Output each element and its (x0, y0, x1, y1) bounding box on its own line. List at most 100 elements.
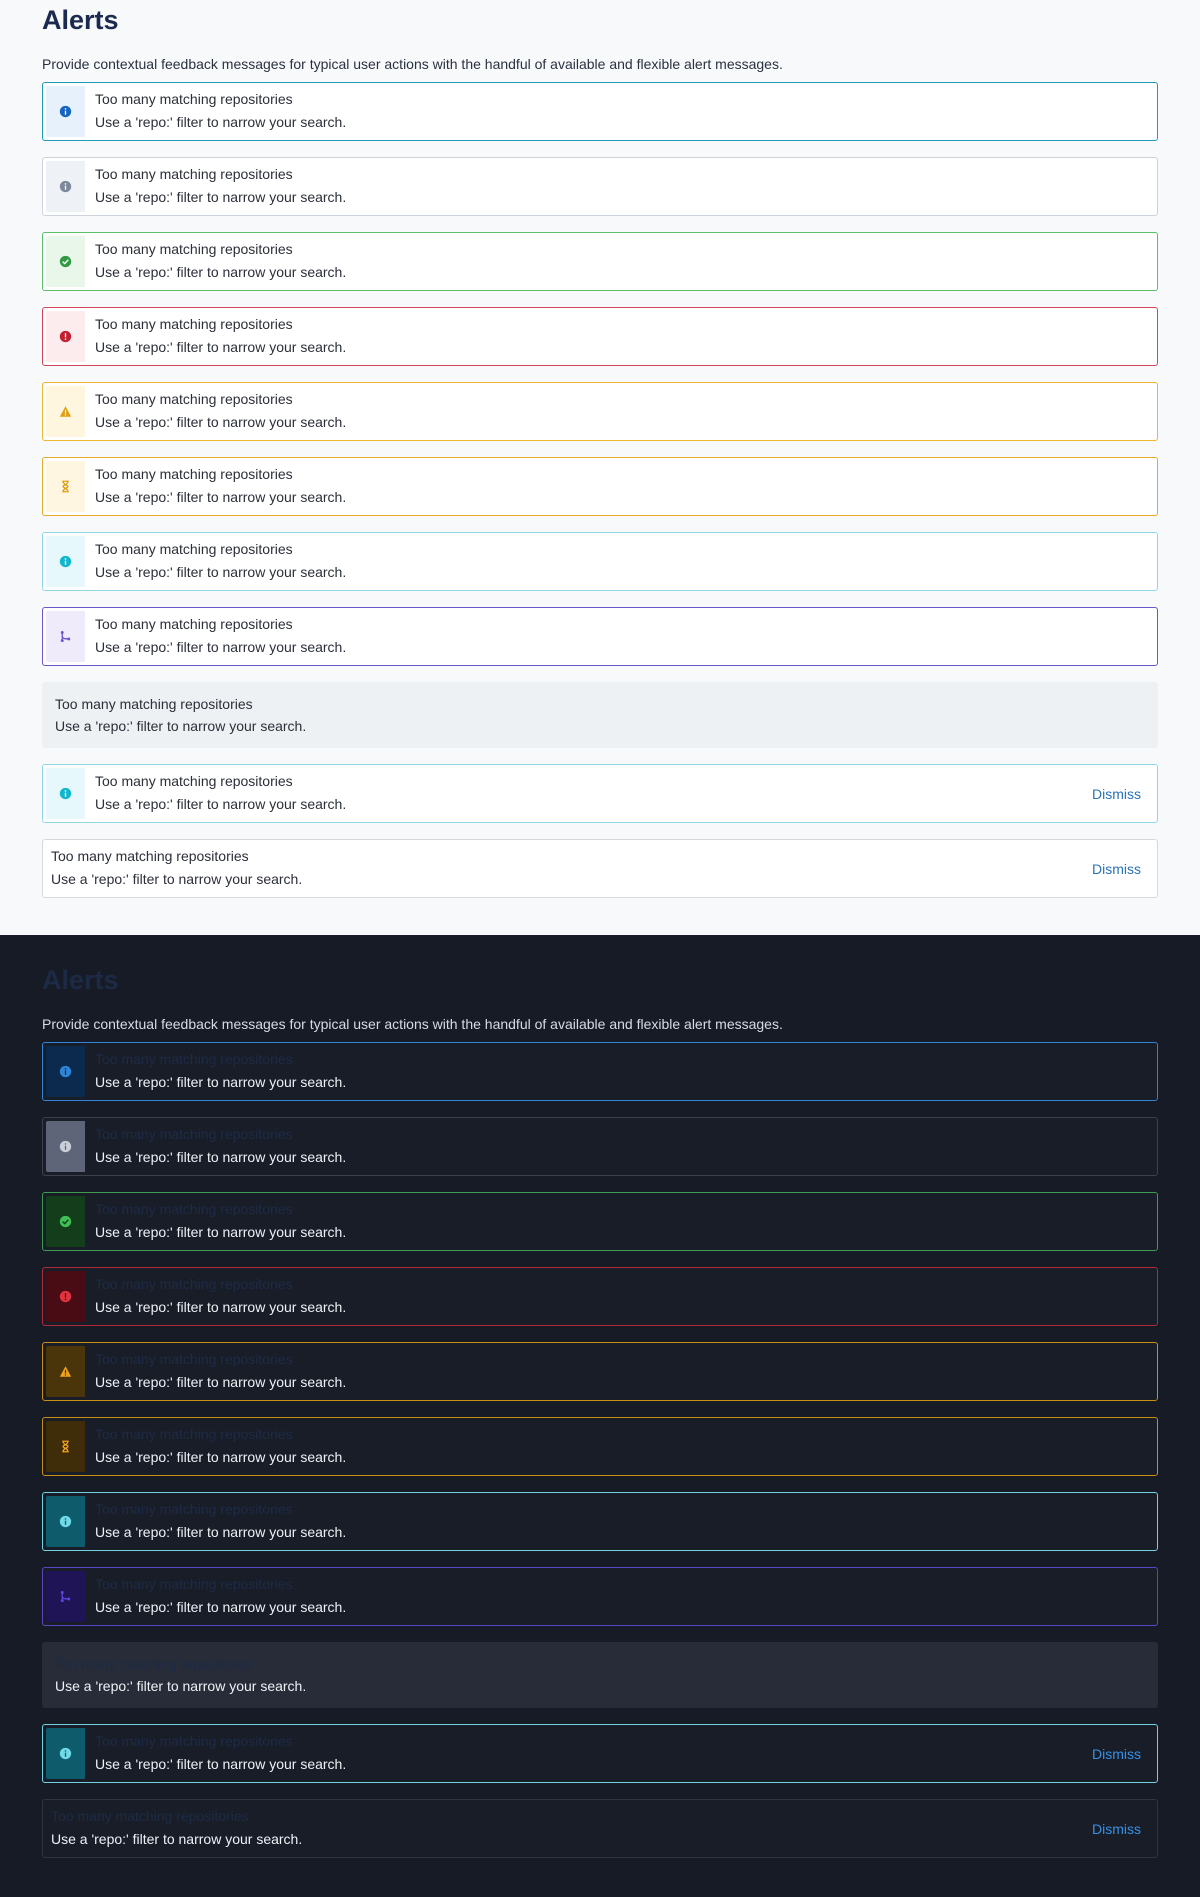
alert-body: Use a 'repo:' filter to narrow your sear… (95, 264, 347, 280)
alert-content: Too many matching repositories Use a 're… (43, 1800, 1157, 1857)
alert-icon-gutter (46, 161, 85, 212)
hourglass-icon (62, 480, 69, 493)
alert-title: Too many matching repositories (95, 773, 293, 789)
alert-body: Use a 'repo:' filter to narrow your sear… (95, 114, 347, 130)
info-icon (59, 1747, 72, 1760)
light-theme-section: Alerts Provide contextual feedback messa… (0, 0, 1200, 935)
alert-body: Use a 'repo:' filter to narrow your sear… (95, 414, 347, 430)
alert-icon-gutter (46, 536, 85, 587)
alert-title: Too many matching repositories (95, 1351, 293, 1367)
alert-warning: Too many matching repositories Use a 're… (42, 382, 1158, 441)
alert-icon-gutter (46, 86, 85, 137)
alerts-list: Too many matching repositories Use a 're… (42, 82, 1158, 898)
dismiss-button[interactable]: Dismiss (1092, 1745, 1141, 1763)
error-icon (59, 1290, 72, 1303)
alert-body: Use a 'repo:' filter to narrow your sear… (95, 189, 347, 205)
alert-body: Use a 'repo:' filter to narrow your sear… (95, 1756, 347, 1772)
alert-info-dismissible: Too many matching repositories Use a 're… (42, 764, 1158, 823)
check-circle-icon (59, 255, 72, 268)
info-icon (59, 555, 72, 568)
alert-icon-gutter (46, 1496, 85, 1547)
alert-body: Use a 'repo:' filter to narrow your sear… (95, 564, 347, 580)
alert-title: Too many matching repositories (95, 1051, 293, 1067)
merge-icon (60, 1590, 71, 1603)
alert-content: Too many matching repositories Use a 're… (85, 1418, 1157, 1475)
dismiss-button[interactable]: Dismiss (1092, 860, 1141, 878)
alert-icon-gutter (46, 1421, 85, 1472)
alert-title: Too many matching repositories (95, 1733, 293, 1749)
alert-body: Use a 'repo:' filter to narrow your sear… (95, 639, 347, 655)
alert-content: Too many matching repositories Use a 're… (85, 1568, 1157, 1625)
alert-info: Too many matching repositories Use a 're… (42, 1492, 1158, 1551)
alert-info-dismissible: Too many matching repositories Use a 're… (42, 1724, 1158, 1783)
alert-content: Too many matching repositories Use a 're… (85, 1193, 1157, 1250)
alert-body: Use a 'repo:' filter to narrow your sear… (95, 1224, 347, 1240)
alert-title: Too many matching repositories (51, 848, 249, 864)
alert-primary: Too many matching repositories Use a 're… (42, 82, 1158, 141)
alert-icon-gutter (46, 1196, 85, 1247)
page-title: Alerts (42, 5, 119, 35)
alert-content: Too many matching repositories Use a 're… (85, 765, 1157, 822)
alert-title: Too many matching repositories (95, 316, 293, 332)
alert-content: Too many matching repositories Use a 're… (85, 608, 1157, 665)
alert-body: Use a 'repo:' filter to narrow your sear… (95, 1074, 347, 1090)
alert-body: Use a 'repo:' filter to narrow your sear… (95, 1149, 347, 1165)
alert-title: Too many matching repositories (95, 1426, 293, 1442)
alert-icon-gutter (46, 1728, 85, 1779)
alert-body: Use a 'repo:' filter to narrow your sear… (51, 1831, 303, 1847)
page-title: Alerts (42, 965, 119, 995)
alert-title: Too many matching repositories (95, 91, 293, 107)
alert-icon-gutter (46, 1571, 85, 1622)
alert-success: Too many matching repositories Use a 're… (42, 232, 1158, 291)
alert-title: Too many matching repositories (95, 616, 293, 632)
info-icon (59, 1065, 72, 1078)
alert-title: Too many matching repositories (95, 1126, 293, 1142)
dismiss-button[interactable]: Dismiss (1092, 785, 1141, 803)
alert-body: Use a 'repo:' filter to narrow your sear… (55, 1678, 307, 1694)
check-circle-icon (59, 1215, 72, 1228)
alert-content: Too many matching repositories Use a 're… (85, 383, 1157, 440)
alert-plain: Too many matching repositories Use a 're… (42, 1642, 1158, 1708)
alert-info: Too many matching repositories Use a 're… (42, 532, 1158, 591)
alert-body: Use a 'repo:' filter to narrow your sear… (95, 796, 347, 812)
alert-content: Too many matching repositories Use a 're… (85, 158, 1157, 215)
alert-body: Use a 'repo:' filter to narrow your sear… (95, 1524, 347, 1540)
alert-merge: Too many matching repositories Use a 're… (42, 1567, 1158, 1626)
alert-title: Too many matching repositories (95, 166, 293, 182)
dismiss-button[interactable]: Dismiss (1092, 1820, 1141, 1838)
alert-content: Too many matching repositories Use a 're… (85, 83, 1157, 140)
warning-icon (59, 406, 72, 417)
alert-title: Too many matching repositories (95, 241, 293, 257)
alert-title: Too many matching repositories (95, 541, 293, 557)
alert-bordered-dismissible: Too many matching repositories Use a 're… (42, 1799, 1158, 1858)
alert-title: Too many matching repositories (55, 696, 253, 712)
alert-content: Too many matching repositories Use a 're… (85, 533, 1157, 590)
alert-title: Too many matching repositories (95, 1276, 293, 1292)
alert-content: Too many matching repositories Use a 're… (43, 840, 1157, 897)
page-description: Provide contextual feedback messages for… (42, 1016, 783, 1032)
alert-success: Too many matching repositories Use a 're… (42, 1192, 1158, 1251)
alert-content: Too many matching repositories Use a 're… (85, 1343, 1157, 1400)
alert-body: Use a 'repo:' filter to narrow your sear… (95, 339, 347, 355)
alert-title: Too many matching repositories (95, 466, 293, 482)
alert-icon-gutter (46, 1346, 85, 1397)
alert-warning: Too many matching repositories Use a 're… (42, 1342, 1158, 1401)
info-icon (59, 180, 72, 193)
alert-body: Use a 'repo:' filter to narrow your sear… (95, 1599, 347, 1615)
info-icon (59, 1515, 72, 1528)
alert-icon-gutter (46, 236, 85, 287)
alert-body: Use a 'repo:' filter to narrow your sear… (55, 718, 307, 734)
alert-body: Use a 'repo:' filter to narrow your sear… (95, 489, 347, 505)
alert-icon-gutter (46, 386, 85, 437)
error-icon (59, 330, 72, 343)
alert-content: Too many matching repositories Use a 're… (85, 1725, 1157, 1782)
alert-secondary: Too many matching repositories Use a 're… (42, 157, 1158, 216)
alert-content: Too many matching repositories Use a 're… (85, 1268, 1157, 1325)
alert-pending: Too many matching repositories Use a 're… (42, 1417, 1158, 1476)
hourglass-icon (62, 1440, 69, 1453)
page-description: Provide contextual feedback messages for… (42, 56, 783, 72)
alert-merge: Too many matching repositories Use a 're… (42, 607, 1158, 666)
alert-icon-gutter (46, 461, 85, 512)
merge-icon (60, 630, 71, 643)
dark-theme-section: Alerts Provide contextual feedback messa… (0, 935, 1200, 1897)
